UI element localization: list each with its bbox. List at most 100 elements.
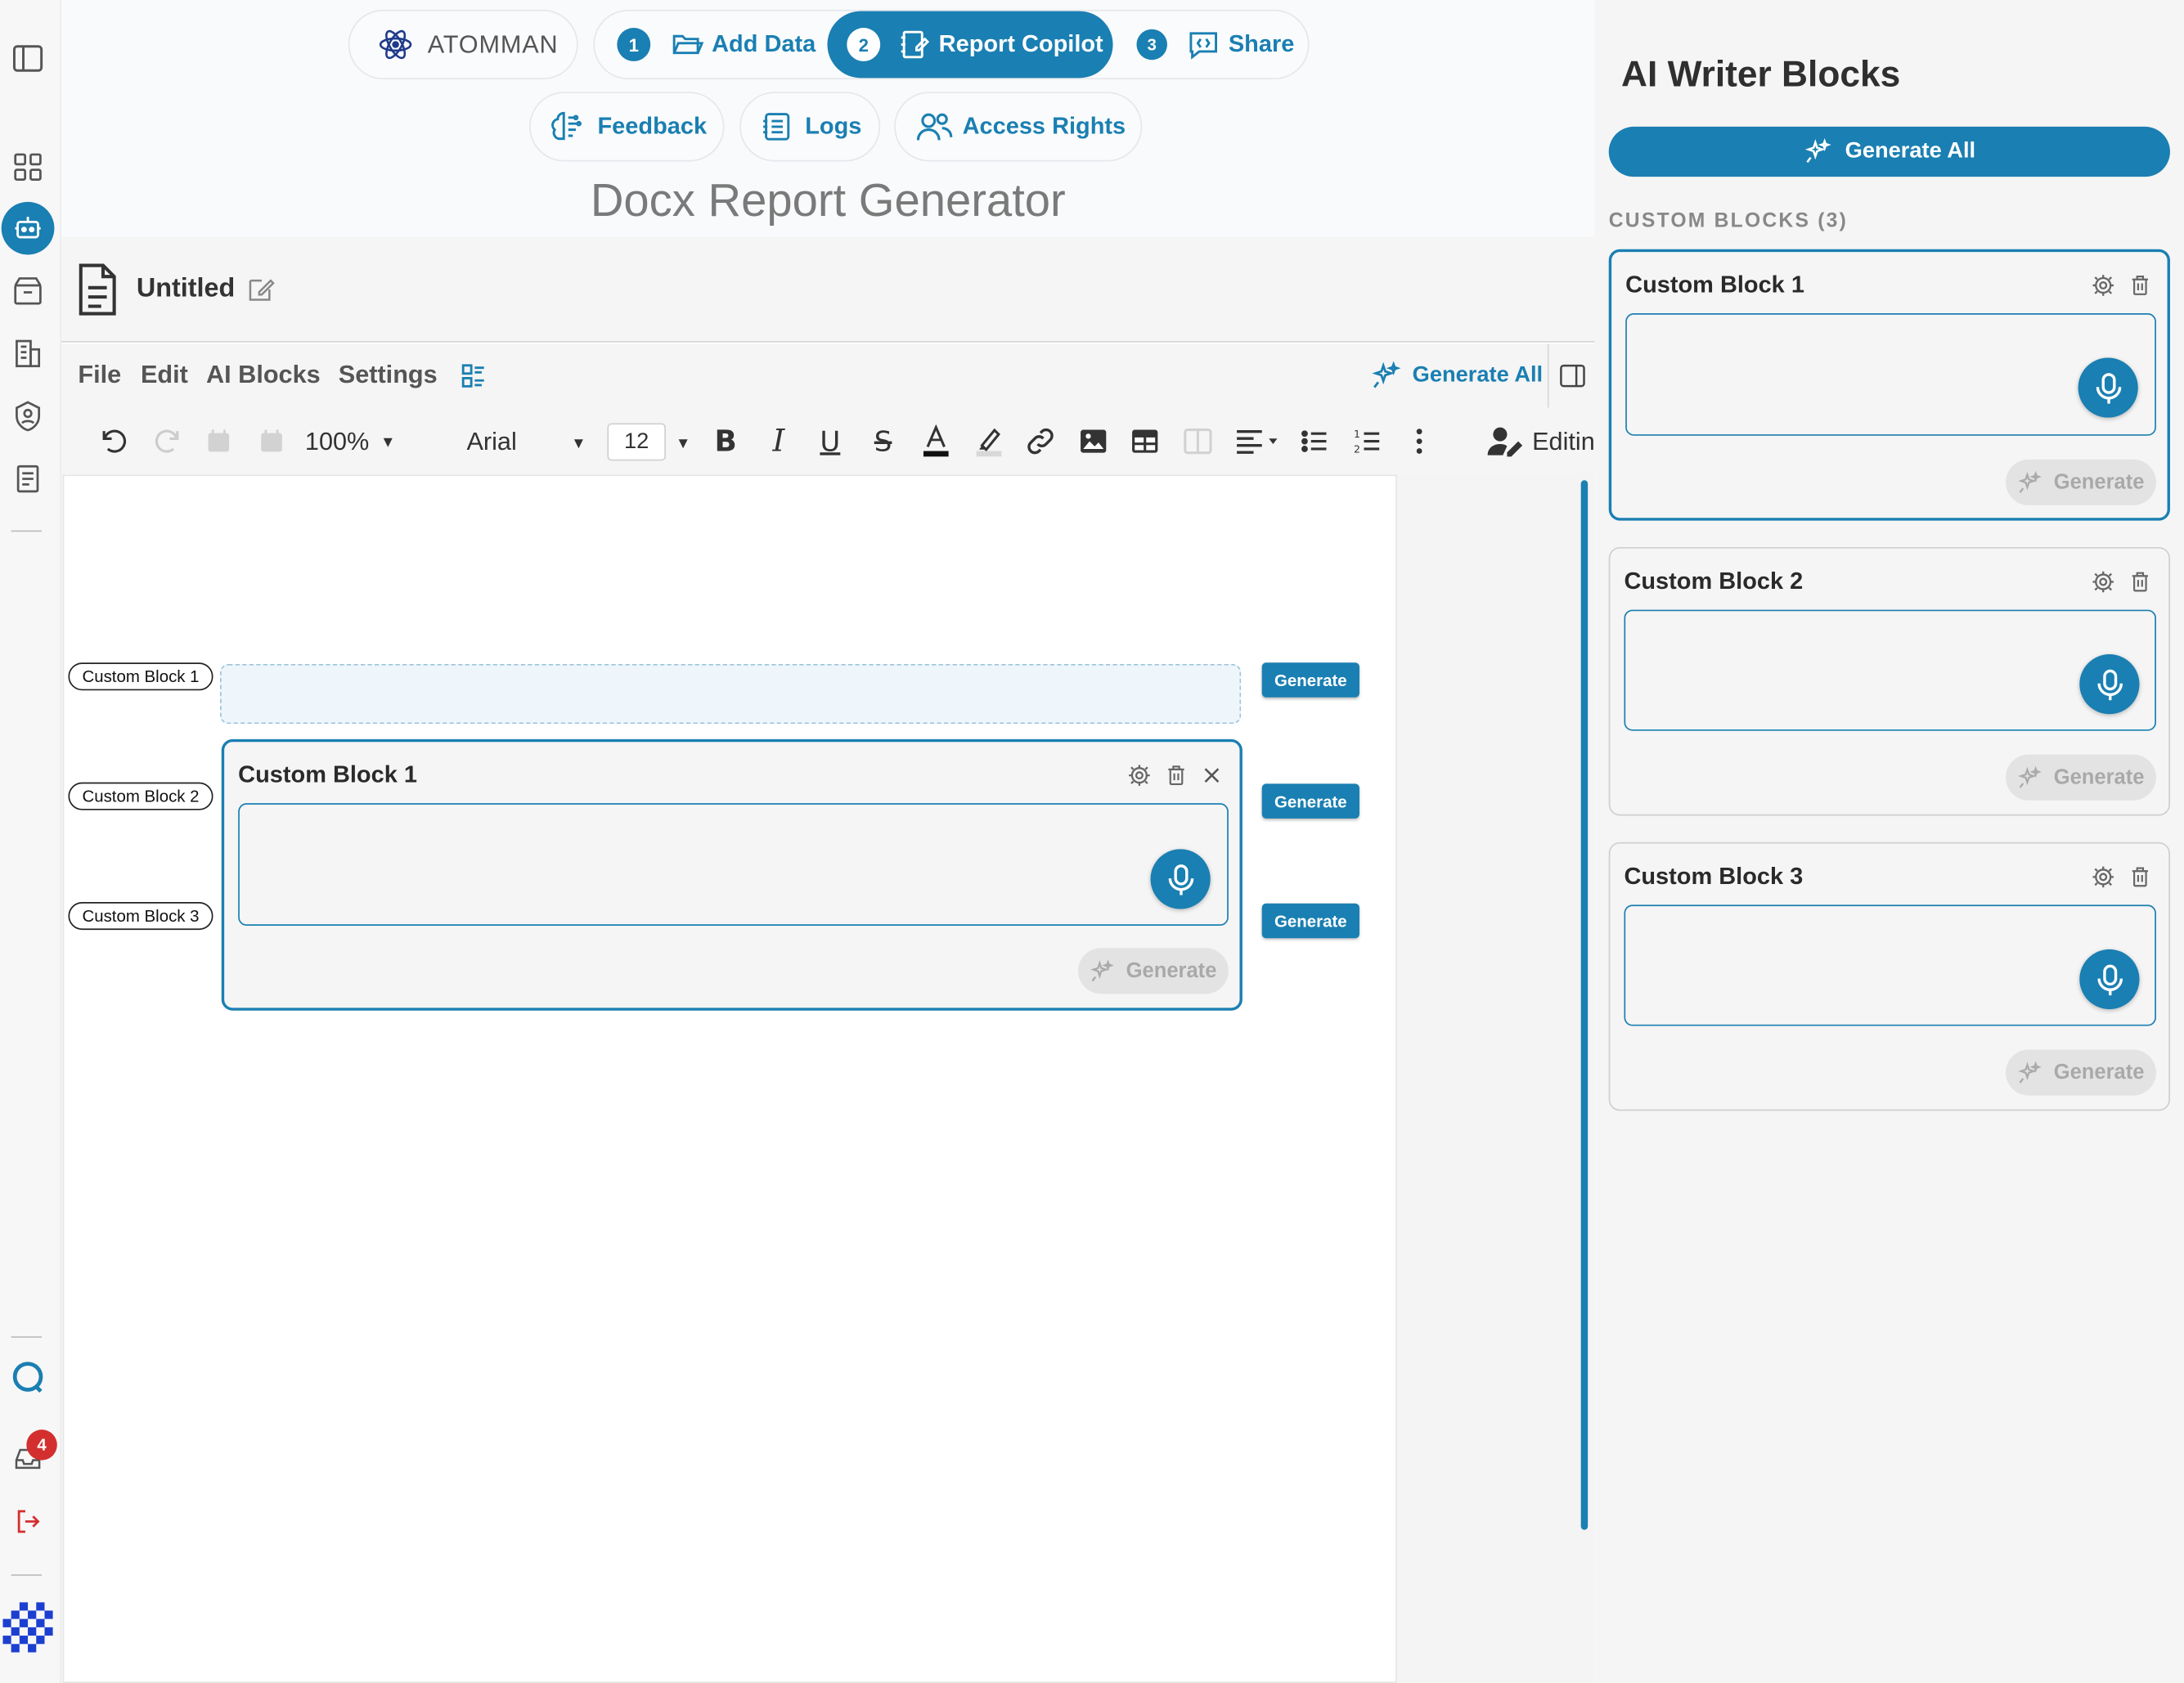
editing-mode-label: Editin — [1532, 426, 1595, 455]
panel-title: AI Writer Blocks — [1621, 52, 1901, 95]
block-generate-button[interactable]: Generate — [1077, 948, 1229, 994]
block-placeholder-1[interactable] — [220, 663, 1242, 725]
menu-ai-blocks[interactable]: AI Blocks — [206, 361, 321, 390]
panel-block-title: Custom Block 2 — [1624, 568, 1804, 595]
text-color-icon[interactable] — [916, 422, 955, 461]
block-tag-2[interactable]: Custom Block 2 — [68, 782, 213, 810]
vertical-scrollbar[interactable] — [1580, 480, 1589, 1530]
panel-block-title: Custom Block 3 — [1624, 863, 1804, 890]
shield-user-icon[interactable] — [8, 397, 47, 436]
panel-block-title: Custom Block 1 — [1625, 271, 1804, 298]
sparkles-icon — [2017, 765, 2042, 790]
bold-icon[interactable]: B — [706, 422, 745, 461]
trash-icon[interactable] — [2127, 864, 2152, 890]
sparkles-icon — [2017, 469, 2042, 495]
underline-icon[interactable]: U — [811, 422, 850, 461]
document-icon[interactable] — [8, 460, 47, 499]
font-size-input[interactable]: 12 — [607, 423, 666, 461]
panel-generate-button[interactable]: Generate — [2006, 459, 2156, 505]
step-add-data[interactable]: 1 Add Data — [617, 28, 816, 61]
undo-icon[interactable] — [95, 422, 134, 461]
gear-icon[interactable] — [2091, 864, 2116, 890]
logout-icon[interactable] — [8, 1502, 47, 1542]
gear-icon[interactable] — [1127, 763, 1153, 788]
block-prompt-input[interactable] — [238, 803, 1229, 926]
trash-icon[interactable] — [2127, 273, 2152, 298]
link-icon[interactable] — [1021, 422, 1060, 461]
step-number: 2 — [847, 28, 881, 61]
gear-icon[interactable] — [2091, 569, 2116, 595]
panel-block-input[interactable] — [1625, 312, 2156, 436]
microphone-button[interactable] — [1150, 849, 1211, 909]
panel-block-input[interactable] — [1624, 609, 2156, 731]
left-rail: 4 — [0, 0, 61, 1683]
redo-icon[interactable] — [147, 422, 186, 461]
document-name[interactable]: Untitled — [137, 274, 235, 304]
panel-block-card[interactable]: Custom Block 3 Generate — [1608, 842, 2170, 1111]
calendar-clear-icon[interactable] — [252, 422, 291, 461]
menu-edit[interactable]: Edit — [141, 361, 188, 390]
block-popup: Custom Block 1 Generate — [221, 738, 1243, 1011]
trash-icon[interactable] — [2127, 569, 2152, 595]
sidebar-toggle-icon[interactable] — [8, 39, 47, 79]
block-popup-title: Custom Block 1 — [238, 761, 417, 788]
block-tag-3[interactable]: Custom Block 3 — [68, 902, 213, 931]
microphone-button[interactable] — [2079, 949, 2140, 1010]
step-label: Add Data — [712, 30, 816, 57]
panel-generate-button[interactable]: Generate — [2006, 754, 2156, 801]
panel-generate-button[interactable]: Generate — [2006, 1049, 2156, 1096]
font-select[interactable]: Arial — [466, 428, 516, 457]
access-rights-button[interactable]: Access Rights — [894, 92, 1143, 162]
search-assistant-icon[interactable] — [8, 1358, 47, 1397]
columns-icon[interactable] — [1179, 422, 1218, 461]
align-dropdown-icon[interactable] — [1231, 422, 1284, 461]
generate-block-3-button[interactable]: Generate — [1261, 903, 1359, 939]
panel-toggle-icon[interactable] — [1557, 361, 1588, 391]
panel-block-card[interactable]: Custom Block 2 Generate — [1608, 546, 2170, 816]
microphone-button[interactable] — [2078, 357, 2138, 418]
generate-block-1-button[interactable]: Generate — [1261, 662, 1359, 698]
sparkles-icon — [1804, 138, 1831, 166]
panel-block-card[interactable]: Custom Block 1 Generate — [1608, 249, 2170, 521]
generate-block-2-button[interactable]: Generate — [1261, 783, 1359, 819]
bulleted-list-icon[interactable] — [1296, 422, 1335, 461]
more-vertical-icon[interactable] — [1400, 422, 1439, 461]
outline-view-icon[interactable] — [460, 362, 488, 390]
editing-mode-select[interactable]: Editin — [1487, 424, 1595, 458]
highlighter-icon[interactable] — [969, 422, 1009, 461]
table-icon[interactable] — [1126, 422, 1165, 461]
numbered-list-icon[interactable]: 12 — [1348, 422, 1387, 461]
brand-pill[interactable]: ATOMMAN — [348, 9, 578, 80]
copilot-bot-icon[interactable] — [1, 201, 55, 255]
panel-block-input[interactable] — [1624, 904, 2156, 1026]
microphone-button[interactable] — [2079, 654, 2140, 715]
menu-file[interactable]: File — [78, 361, 121, 390]
trash-icon[interactable] — [1163, 763, 1189, 788]
zoom-select[interactable]: 100% ▼ — [305, 428, 396, 457]
access-rights-label: Access Rights — [962, 112, 1126, 140]
feedback-button[interactable]: Feedback — [529, 92, 725, 162]
building-icon[interactable] — [8, 334, 47, 374]
calendar-icon[interactable] — [200, 422, 239, 461]
package-icon[interactable] — [8, 272, 47, 311]
rename-edit-icon[interactable] — [245, 274, 276, 304]
menu-settings[interactable]: Settings — [339, 361, 438, 390]
caret-down-icon[interactable]: ▼ — [676, 436, 691, 452]
strikethrough-icon[interactable]: S — [864, 422, 903, 461]
page-title: Docx Report Generator — [590, 173, 1066, 226]
image-icon[interactable] — [1074, 422, 1113, 461]
step-report-copilot[interactable]: 2 Report Copilot — [827, 11, 1113, 79]
gear-icon[interactable] — [2091, 273, 2116, 298]
close-icon[interactable] — [1199, 763, 1225, 788]
step-share[interactable]: 3 Share — [1136, 28, 1294, 61]
users-icon — [915, 109, 955, 145]
dashboard-icon[interactable] — [8, 147, 47, 186]
generate-all-inline-button[interactable]: Generate All — [1371, 361, 1543, 391]
document-page[interactable] — [62, 474, 1397, 1683]
logs-button[interactable]: Logs — [739, 92, 881, 162]
block-tag-1[interactable]: Custom Block 1 — [68, 662, 213, 691]
generate-all-button[interactable]: Generate All — [1608, 126, 2170, 177]
folder-open-icon — [670, 28, 703, 61]
italic-icon[interactable]: I — [759, 422, 798, 461]
caret-down-icon[interactable]: ▼ — [571, 436, 586, 452]
